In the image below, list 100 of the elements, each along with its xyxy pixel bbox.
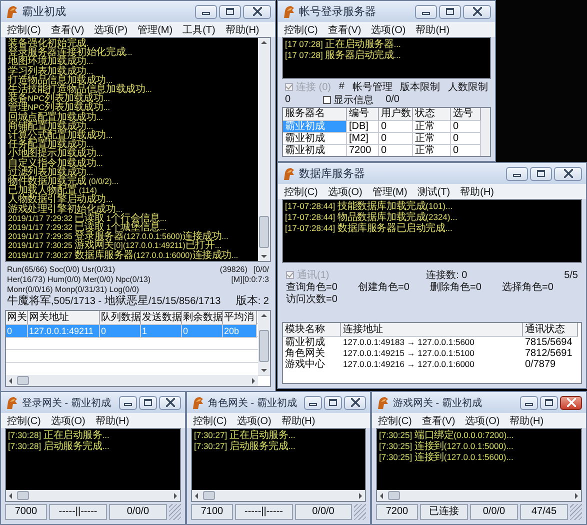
table-cell-text: 7815/5694: [524, 337, 574, 348]
menu-item[interactable]: 控制(C): [284, 184, 318, 198]
log-line: [17-07:28:44] 物品数据库加载完成(2324)...: [285, 212, 458, 223]
menu-item[interactable]: 测试(T): [417, 184, 450, 198]
menu-item[interactable]: 控制(C): [378, 414, 412, 428]
table-cell: 0: [100, 325, 141, 338]
table-cell: 霸业初成: [283, 133, 347, 145]
window-title: 角色网关 - 霸业初成: [208, 396, 298, 410]
status-panel: -----||-----: [235, 504, 292, 520]
log-line: [17 07:28] 正在启动服务器...: [285, 39, 401, 50]
menu-item[interactable]: 帮助(H): [95, 414, 130, 428]
column-header[interactable]: 网关地址: [28, 311, 100, 325]
menu-item[interactable]: 选项(P): [94, 22, 128, 36]
column-header[interactable]: 模块名称: [283, 323, 341, 337]
column-header[interactable]: 编号: [347, 108, 379, 121]
table-cell-text: 0/7879: [524, 359, 557, 370]
label: 人数限制: [448, 80, 488, 94]
menu-item[interactable]: 查看(V): [422, 414, 456, 428]
status-panel: 7200: [376, 504, 418, 520]
table-cell-text: 127.0.0.1:49216 → 127.0.0.1:6000: [342, 359, 476, 370]
log-line: 登录服务器连接初始化完成...: [8, 48, 132, 58]
checkbox[interactable]: 显示信息: [322, 92, 374, 106]
window-title: 霸业初成: [22, 4, 67, 19]
status-panel: 已连接: [420, 504, 468, 520]
table-cell: [M2]: [347, 133, 379, 145]
menu-item[interactable]: 帮助(H): [225, 22, 260, 36]
column-header[interactable]: 平均消: [223, 311, 257, 325]
column-header[interactable]: 队列数据: [100, 311, 141, 325]
label: 访问次数=0: [286, 292, 338, 306]
menu-item[interactable]: 控制(C): [7, 22, 41, 36]
status-text: Monr(0/0/16) Monp(0/31/31) Log(0/0): [7, 285, 140, 294]
status-panel: 7000: [5, 504, 47, 520]
menu-item[interactable]: 选项(O): [328, 184, 362, 198]
menu-item[interactable]: 控制(C): [193, 414, 227, 428]
column-header[interactable]: 服务器名: [283, 108, 347, 121]
log-line: 2019/1/17 7:30:27 数据库服务器(127.0.0.1:6000)连接成功...: [8, 250, 238, 260]
menu-item[interactable]: 选项(O): [236, 414, 272, 428]
status-panel: 47/45: [520, 504, 568, 520]
table-cell: 0: [379, 145, 413, 156]
label: #: [338, 81, 344, 92]
menu-item[interactable]: 选项(O): [50, 414, 86, 428]
menu-item[interactable]: 控制(C): [284, 22, 318, 36]
log-line: 游戏处理引擎初始化成功...: [8, 204, 122, 214]
log-line: 生活技能打造物品信息加载成功...: [8, 85, 152, 94]
label: 删除角色=0: [430, 281, 482, 294]
log-line: 人物数据引擎启动成功...: [8, 195, 113, 205]
status-panel: 0/0/0: [294, 504, 352, 520]
menu-item[interactable]: 帮助(H): [416, 22, 450, 36]
label: 0: [285, 94, 291, 105]
table-cell: 1: [141, 325, 182, 338]
table-cell: 7200: [347, 145, 379, 156]
label: 版本限制: [400, 80, 440, 94]
log-line: 过滤列表加载成功...: [8, 168, 94, 178]
log-line: 装备NPC列表加载成功...: [8, 94, 110, 104]
menu-item[interactable]: 查看(V): [50, 22, 84, 36]
table-cell: [DB]: [347, 121, 379, 133]
table-cell-text: 角色网关: [284, 348, 326, 359]
log-line: 自定义指令加载成功...: [8, 158, 103, 168]
menu-item[interactable]: 帮助(H): [281, 414, 316, 428]
status-panel: 0/0/0: [109, 504, 167, 520]
log-line: 商铺配置加载成功...: [8, 122, 94, 132]
column-header[interactable]: 剩余数据: [182, 311, 223, 325]
log-line: 2019/1/17 7:29:32 已读取 1个城堡信息...: [8, 223, 166, 232]
log-line: 物件数据加载完成 (0/0/2)...: [8, 177, 118, 186]
column-header[interactable]: 状态: [413, 108, 451, 121]
column-header[interactable]: 发送数据: [141, 311, 182, 325]
menu-item[interactable]: 查看(V): [328, 22, 362, 36]
column-header[interactable]: 连接地址: [341, 323, 523, 337]
menu-item[interactable]: 帮助(H): [510, 414, 544, 428]
log-line: 打造物品信息加载成功...: [8, 76, 113, 86]
label: 查询角色=0: [286, 280, 338, 294]
column-header[interactable]: 选号: [451, 108, 481, 121]
log-line: 已加载人物配置 (114): [8, 186, 97, 196]
menu-item[interactable]: 选项(O): [371, 22, 406, 36]
column-header[interactable]: 网关: [6, 311, 28, 325]
table-cell: 0: [451, 121, 481, 133]
log-line: 2019/1/17 7:29:32 已读取 1个行会信息...: [8, 214, 166, 224]
status-panel: 7100: [191, 504, 233, 520]
menu-item[interactable]: 管理(M): [372, 184, 408, 198]
status-text: [M][0:0:7:3: [231, 275, 269, 285]
log-line: [7:30:27] 启动服务完成...: [194, 441, 296, 452]
table-cell: 霸业初成: [283, 145, 347, 156]
status-panel: 0/0/0: [470, 504, 518, 520]
menu-item[interactable]: 管理(M): [138, 22, 173, 36]
window-title: 登录网关 - 霸业初成: [22, 396, 112, 410]
table-cell: 0: [182, 325, 223, 338]
label: 选择角色=0: [502, 280, 554, 294]
log-line: 2019/1/17 7:30:25 游戏网关[0](127.0.0.1:49211)已打开...: [8, 241, 222, 251]
log-line: 2019/1/17 7:29:35 登录服务器(127.0.0.1:5600)连接成功...: [8, 232, 228, 242]
menu-item[interactable]: 工具(T): [182, 22, 216, 36]
table-cell: 0: [451, 133, 481, 145]
menu-item[interactable]: 选项(O): [465, 414, 500, 428]
log-line: [17-07:28:44] 数据库服务器已启动完成...: [285, 223, 452, 234]
log-line: [17-07:28:44] 技能数据库加载完成(101)...: [285, 201, 453, 212]
menu-item[interactable]: 控制(C): [7, 414, 41, 428]
column-header[interactable]: 通讯状态: [523, 323, 578, 337]
label: 连接数: 0: [426, 268, 468, 282]
table-cell: 正常: [413, 133, 451, 145]
label: 创建角色=0: [358, 280, 410, 294]
menu-item[interactable]: 帮助(H): [460, 184, 494, 198]
